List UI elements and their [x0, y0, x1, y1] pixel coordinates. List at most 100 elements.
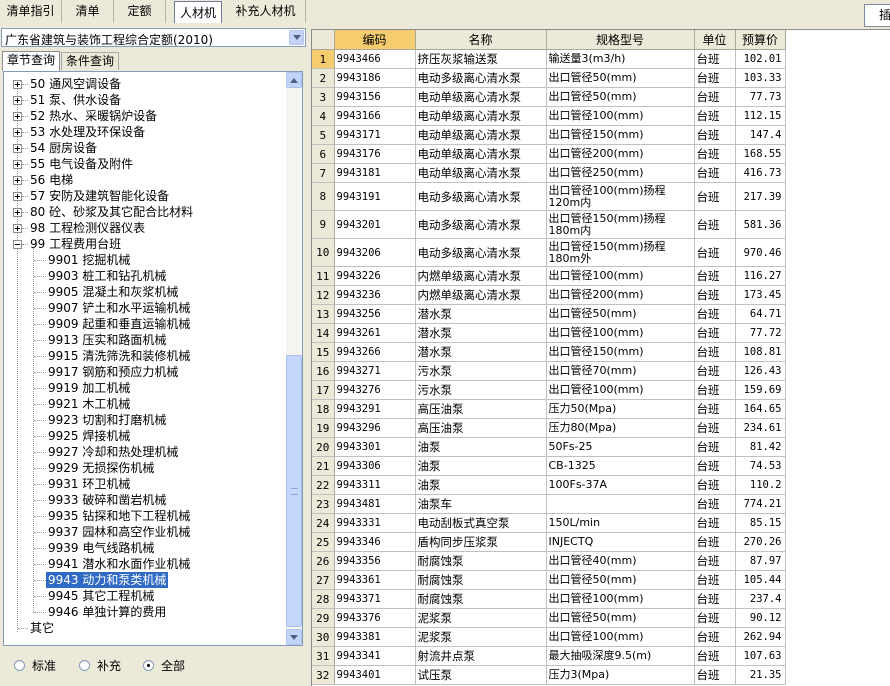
cell-unit[interactable]: 台班: [694, 475, 736, 495]
cell-spec[interactable]: 出口管径150(mm)扬程180m外: [546, 238, 695, 267]
tree-node[interactable]: 9913 压实和路面机械: [4, 332, 286, 348]
cell-price[interactable]: 105.44: [735, 570, 786, 590]
cell-unit[interactable]: 台班: [694, 551, 736, 571]
cell-spec[interactable]: 出口管径70(mm): [546, 361, 695, 381]
cell-name[interactable]: 高压油泵: [415, 418, 547, 438]
table-row[interactable]: 31 9943341 射流井点泵 最大抽吸深度9.5(m) 台班 107.63: [312, 646, 890, 666]
cell-price[interactable]: 77.73: [735, 87, 786, 107]
radio-supplement-dot[interactable]: [79, 660, 90, 671]
table-row[interactable]: 7 9943181 电动单级离心清水泵 出口管径250(mm) 台班 416.73: [312, 163, 890, 183]
cell-name[interactable]: 内燃单级离心清水泵: [415, 285, 547, 305]
table-row[interactable]: 32 9943401 试压泵 压力3(Mpa) 台班 21.35: [312, 665, 890, 685]
cell-name[interactable]: 电动多级离心清水泵: [415, 210, 547, 239]
tree-scrollbar[interactable]: [286, 72, 302, 645]
table-row[interactable]: 4 9943166 电动单级离心清水泵 出口管径100(mm) 台班 112.15: [312, 106, 890, 126]
chevron-down-icon[interactable]: [289, 30, 304, 45]
tree-node[interactable]: 57 安防及建筑智能化设备: [4, 188, 286, 204]
tree-node[interactable]: 9907 铲土和水平运输机械: [4, 300, 286, 316]
cell-unit[interactable]: 台班: [694, 182, 736, 211]
cell-price[interactable]: 159.69: [735, 380, 786, 400]
cell-name[interactable]: 电动单级离心清水泵: [415, 106, 547, 126]
cell-name[interactable]: 污水泵: [415, 380, 547, 400]
cell-unit[interactable]: 台班: [694, 513, 736, 533]
cell-price[interactable]: 81.42: [735, 437, 786, 457]
cell-code[interactable]: 9943226: [334, 266, 416, 286]
cell-spec[interactable]: [546, 494, 695, 514]
cell-code[interactable]: 9943181: [334, 163, 416, 183]
row-number[interactable]: 22: [312, 475, 335, 495]
tree-node[interactable]: 9941 潜水和水面作业机械: [4, 556, 286, 572]
expand-icon[interactable]: [13, 144, 22, 153]
cell-name[interactable]: 泥浆泵: [415, 608, 547, 628]
cell-code[interactable]: 9943301: [334, 437, 416, 457]
cell-unit[interactable]: 台班: [694, 285, 736, 305]
row-number[interactable]: 15: [312, 342, 335, 362]
tab-bill[interactable]: 清单: [62, 0, 114, 23]
cell-code[interactable]: 9943171: [334, 125, 416, 145]
cell-price[interactable]: 234.61: [735, 418, 786, 438]
cell-unit[interactable]: 台班: [694, 106, 736, 126]
cell-spec[interactable]: 出口管径150(mm): [546, 125, 695, 145]
tab-quota[interactable]: 定额: [114, 0, 166, 23]
cell-unit[interactable]: 台班: [694, 570, 736, 590]
expand-icon[interactable]: [13, 112, 22, 121]
cell-price[interactable]: 77.72: [735, 323, 786, 343]
row-number[interactable]: 17: [312, 380, 335, 400]
cell-price[interactable]: 168.55: [735, 144, 786, 164]
cell-name[interactable]: 耐腐蚀泵: [415, 551, 547, 571]
table-row[interactable]: 21 9943306 油泵 CB-1325 台班 74.53: [312, 456, 890, 476]
cell-name[interactable]: 耐腐蚀泵: [415, 589, 547, 609]
cell-price[interactable]: 126.43: [735, 361, 786, 381]
cell-unit[interactable]: 台班: [694, 380, 736, 400]
row-number[interactable]: 4: [312, 106, 335, 126]
row-number[interactable]: 19: [312, 418, 335, 438]
cell-price[interactable]: 107.63: [735, 646, 786, 666]
cell-unit[interactable]: 台班: [694, 144, 736, 164]
table-row[interactable]: 28 9943371 耐腐蚀泵 出口管径100(mm) 台班 237.4: [312, 589, 890, 609]
cell-price[interactable]: 581.36: [735, 210, 786, 239]
tab-condition-query[interactable]: 条件查询: [61, 52, 119, 70]
expand-icon[interactable]: [13, 176, 22, 185]
cell-code[interactable]: 9943291: [334, 399, 416, 419]
cell-name[interactable]: 电动单级离心清水泵: [415, 144, 547, 164]
cell-code[interactable]: 9943331: [334, 513, 416, 533]
tab-supplement-lmm[interactable]: 补充人材机: [226, 0, 306, 23]
expand-icon[interactable]: [13, 224, 22, 233]
row-number[interactable]: 29: [312, 608, 335, 628]
table-row[interactable]: 30 9943381 泥浆泵 出口管径100(mm) 台班 262.94: [312, 627, 890, 647]
cell-code[interactable]: 9943276: [334, 380, 416, 400]
cell-price[interactable]: 108.81: [735, 342, 786, 362]
cell-spec[interactable]: 出口管径50(mm): [546, 570, 695, 590]
tree-node[interactable]: 其它: [4, 620, 286, 636]
cell-name[interactable]: 油泵车: [415, 494, 547, 514]
cell-unit[interactable]: 台班: [694, 323, 736, 343]
cell-spec[interactable]: 50Fs-25: [546, 437, 695, 457]
cell-name[interactable]: 高压油泵: [415, 399, 547, 419]
table-row[interactable]: 6 9943176 电动单级离心清水泵 出口管径200(mm) 台班 168.55: [312, 144, 890, 164]
tree-node[interactable]: 51 泵、供水设备: [4, 92, 286, 108]
table-row[interactable]: 22 9943311 油泵 100Fs-37A 台班 110.2: [312, 475, 890, 495]
column-header-unit[interactable]: 单位: [694, 30, 736, 50]
row-number[interactable]: 28: [312, 589, 335, 609]
tree-node[interactable]: 9933 破碎和凿岩机械: [4, 492, 286, 508]
table-row[interactable]: 13 9943256 潜水泵 出口管径50(mm) 台班 64.71: [312, 304, 890, 324]
cell-price[interactable]: 87.97: [735, 551, 786, 571]
tree-node[interactable]: 80 砼、砂浆及其它配合比材料: [4, 204, 286, 220]
cell-spec[interactable]: 出口管径40(mm): [546, 551, 695, 571]
cell-spec[interactable]: 输送量3(m3/h): [546, 49, 695, 69]
cell-code[interactable]: 9943341: [334, 646, 416, 666]
cell-code[interactable]: 9943311: [334, 475, 416, 495]
row-number[interactable]: 6: [312, 144, 335, 164]
cell-price[interactable]: 110.2: [735, 475, 786, 495]
table-row[interactable]: 9 9943201 电动多级离心清水泵 出口管径150(mm)扬程180m内 台班 581…: [312, 210, 890, 239]
cell-spec[interactable]: 出口管径50(mm): [546, 68, 695, 88]
row-number[interactable]: 1: [312, 49, 335, 69]
cell-code[interactable]: 9943361: [334, 570, 416, 590]
cell-unit[interactable]: 台班: [694, 342, 736, 362]
tree-node[interactable]: 9923 切割和打磨机械: [4, 412, 286, 428]
cell-price[interactable]: 21.35: [735, 665, 786, 685]
row-number[interactable]: 14: [312, 323, 335, 343]
cell-code[interactable]: 9943236: [334, 285, 416, 305]
table-row[interactable]: 20 9943301 油泵 50Fs-25 台班 81.42: [312, 437, 890, 457]
cell-price[interactable]: 64.71: [735, 304, 786, 324]
